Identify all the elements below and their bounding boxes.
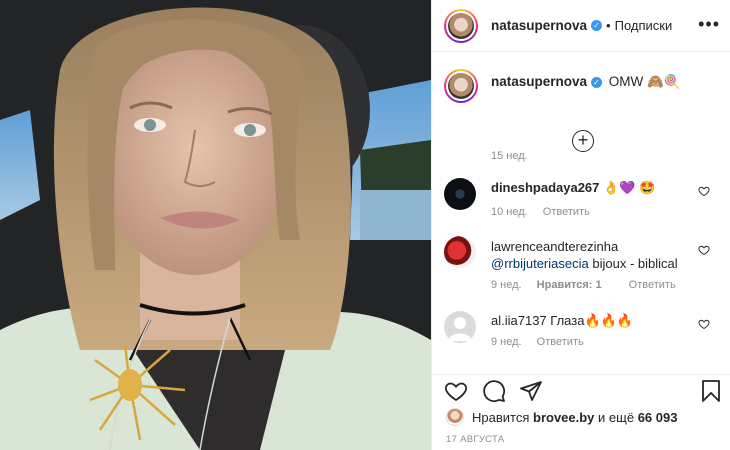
verified-badge-icon: ✓ bbox=[591, 20, 603, 31]
share-icon[interactable] bbox=[519, 379, 543, 403]
commenter-username[interactable]: lawrenceandterezinha bbox=[491, 239, 618, 254]
comment-text: 👌💜 🤩 bbox=[603, 180, 656, 195]
following-button[interactable]: Подписки bbox=[615, 18, 673, 33]
more-options-icon[interactable]: ••• bbox=[698, 14, 720, 35]
comment-mention-link[interactable]: @rrbijuteriasecia bbox=[491, 256, 589, 271]
comment-timestamp[interactable]: 9 нед. bbox=[491, 336, 522, 348]
likes-count[interactable]: 66 093 bbox=[638, 410, 678, 425]
commenter-avatar[interactable] bbox=[444, 178, 476, 210]
comment-timestamp[interactable]: 10 нед. bbox=[491, 206, 528, 218]
liker-avatar[interactable] bbox=[446, 408, 464, 426]
comment-like-heart-icon[interactable] bbox=[698, 318, 710, 330]
reply-button[interactable]: Ответить bbox=[537, 336, 584, 348]
post-action-bar bbox=[432, 374, 730, 404]
post-caption: natasupernova ✓ OMW 🙈🍭 15 нед. bbox=[432, 52, 730, 172]
post-photo-image bbox=[0, 0, 431, 450]
commenter-username[interactable]: al.iia7137 bbox=[491, 313, 547, 328]
verified-badge-icon: ✓ bbox=[591, 77, 603, 88]
caption-timestamp[interactable]: 15 нед. bbox=[491, 150, 528, 162]
comment-text: bijoux - biblical bbox=[592, 256, 678, 271]
comment-likes-count[interactable]: Нравится: 1 bbox=[537, 279, 602, 291]
commenter-username[interactable]: dineshpadaya267 bbox=[491, 180, 599, 195]
load-more-comments-button[interactable]: + bbox=[572, 130, 594, 152]
post-photo[interactable] bbox=[0, 0, 431, 450]
comment-like-heart-icon[interactable] bbox=[698, 185, 710, 197]
reply-button[interactable]: Ответить bbox=[629, 279, 676, 291]
comment-like-heart-icon[interactable] bbox=[698, 244, 710, 256]
post-side-panel: natasupernova ✓ • Подписки ••• natasuper… bbox=[431, 0, 730, 450]
likes-prefix: Нравится bbox=[472, 409, 530, 425]
author-avatar[interactable] bbox=[444, 8, 478, 43]
commenter-avatar[interactable] bbox=[444, 311, 476, 343]
commenter-avatar[interactable] bbox=[444, 236, 476, 268]
post-date[interactable]: 17 АВГУСТА bbox=[446, 434, 504, 445]
caption-text: OMW 🙈🍭 bbox=[608, 74, 681, 89]
reply-button[interactable]: Ответить bbox=[543, 206, 590, 218]
comment-text: Глаза🔥🔥🔥 bbox=[550, 313, 634, 328]
comment-timestamp[interactable]: 9 нед. bbox=[491, 279, 522, 291]
bookmark-icon[interactable] bbox=[700, 379, 722, 403]
caption-username[interactable]: natasupernova bbox=[491, 74, 587, 89]
comment-icon[interactable] bbox=[482, 379, 506, 403]
separator-dot: • bbox=[606, 18, 611, 33]
likes-summary: Нравится brovee.by и ещё 66 093 bbox=[446, 408, 677, 426]
liker-username[interactable]: brovee.by bbox=[533, 410, 594, 425]
author-username[interactable]: natasupernova bbox=[491, 18, 587, 33]
post-header: natasupernova ✓ • Подписки ••• bbox=[432, 0, 730, 52]
heart-icon[interactable] bbox=[444, 379, 468, 403]
caption-avatar[interactable] bbox=[444, 69, 478, 103]
likes-connector: и ещё bbox=[598, 409, 635, 425]
